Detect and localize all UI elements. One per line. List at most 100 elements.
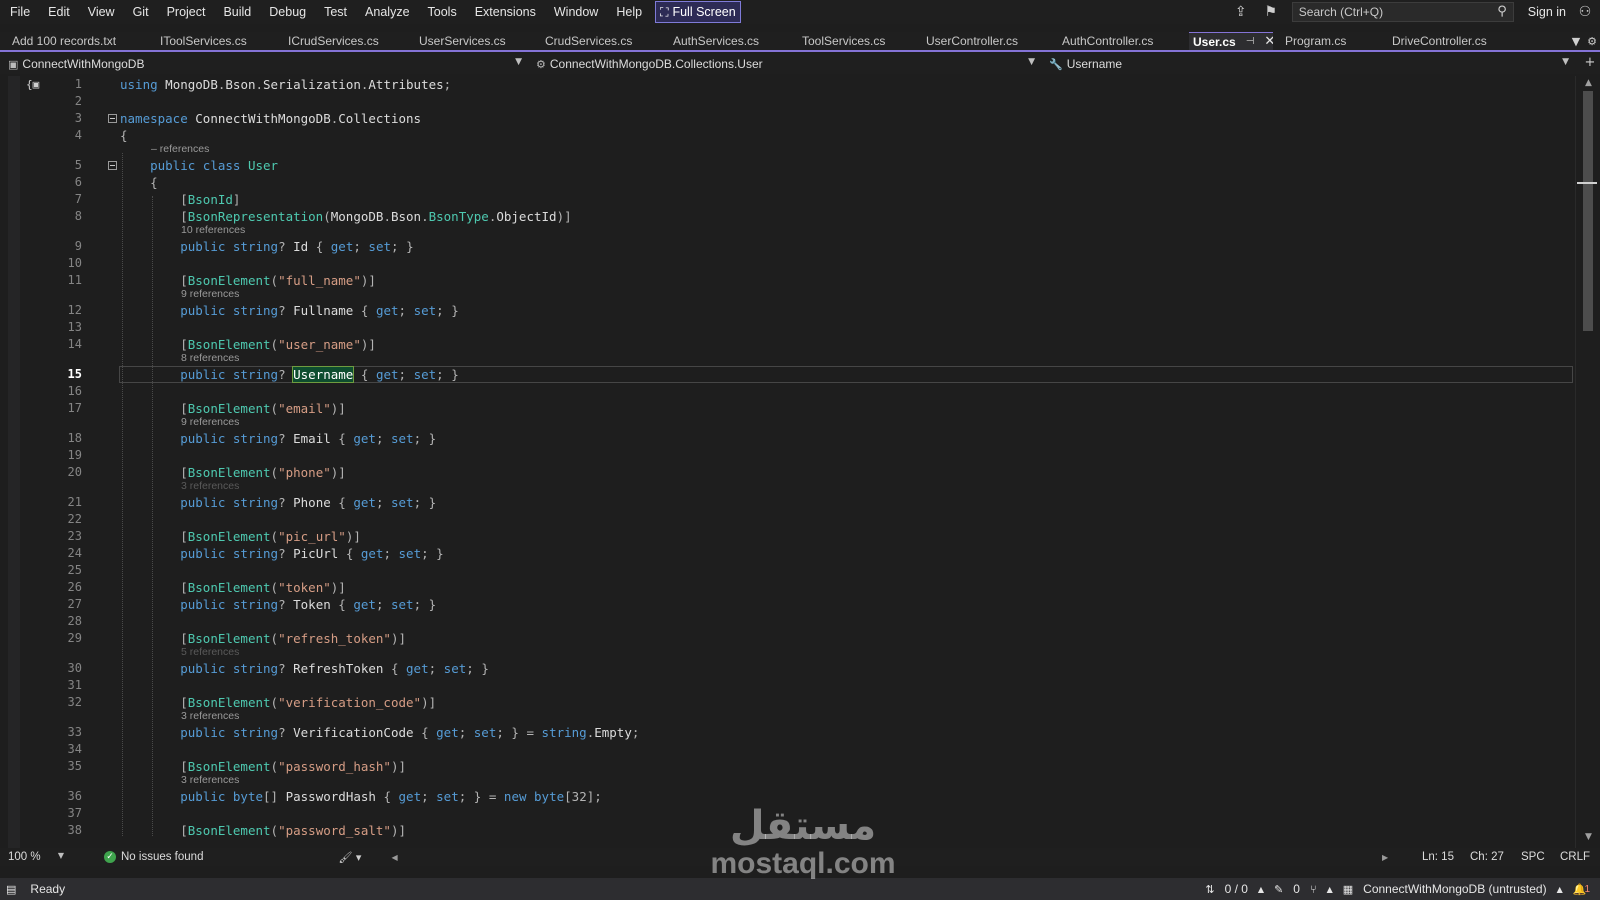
code-lens-references[interactable]: 5 references xyxy=(0,646,1500,659)
scroll-left-icon[interactable]: ◀ xyxy=(391,853,397,862)
repository-name[interactable]: ConnectWithMongoDB (untrusted) xyxy=(1363,882,1546,896)
menu-project[interactable]: Project xyxy=(158,0,215,24)
split-editor-icon[interactable]: + xyxy=(1580,55,1600,70)
scroll-down-icon[interactable]: ▼ xyxy=(1576,832,1600,842)
branch-icon[interactable]: ⑂ xyxy=(1310,883,1317,896)
code-line[interactable]: 1 using MongoDB.Bson.Serialization.Attrib… xyxy=(0,76,1575,93)
full-screen-button[interactable]: ⛶ Full Screen xyxy=(655,1,741,23)
code-line[interactable]: 37 xyxy=(0,805,1575,822)
code-cleanup-brush-icon[interactable]: 🖌 ▾ xyxy=(338,851,361,864)
menu-git[interactable]: Git xyxy=(124,0,158,24)
account-icon[interactable]: ⚇ xyxy=(1570,0,1600,24)
scrollbar-thumb[interactable] xyxy=(1583,91,1593,331)
tab-usercontroller-cs[interactable]: UserController.cs xyxy=(914,32,1050,50)
tab-crudservices-cs[interactable]: CrudServices.cs xyxy=(533,32,661,50)
code-line[interactable]: 22 xyxy=(0,511,1575,528)
scroll-up-icon[interactable]: ▲ xyxy=(1576,78,1600,88)
code-line[interactable]: 17 [BsonElement("email")] xyxy=(0,400,1575,417)
close-icon[interactable]: ✕ xyxy=(1264,33,1273,50)
tab-user-cs[interactable]: User.cs ⊣ ✕ xyxy=(1189,32,1273,50)
code-line[interactable]: 4{ xyxy=(0,127,1575,144)
code-line[interactable]: 33 public string? VerificationCode { get… xyxy=(0,724,1575,741)
tab-add-100-records-txt[interactable]: Add 100 records.txt xyxy=(0,32,148,50)
code-line[interactable]: 13 xyxy=(0,319,1575,336)
code-lens-references[interactable]: 10 references xyxy=(0,224,1500,237)
code-line[interactable]: 15 public string? Username { get; set; } xyxy=(0,366,1575,383)
member-dropdown[interactable]: 🔧 Username ▼ xyxy=(1041,55,1575,73)
menu-window[interactable]: Window xyxy=(545,0,607,24)
tab-userservices-cs[interactable]: UserServices.cs xyxy=(407,32,533,50)
code-line[interactable]: 10 xyxy=(0,255,1575,272)
code-lens-references[interactable]: 9 references xyxy=(0,416,1500,429)
code-line[interactable]: 18 public string? Email { get; set; } xyxy=(0,430,1575,447)
pin-icon[interactable]: ⊣ xyxy=(1246,33,1255,50)
menu-build[interactable]: Build xyxy=(214,0,260,24)
menu-view[interactable]: View xyxy=(79,0,124,24)
code-line[interactable]: 25 xyxy=(0,562,1575,579)
push-pull-count[interactable]: 0 / 0 xyxy=(1225,882,1248,896)
code-line[interactable]: 7 [BsonId] xyxy=(0,191,1575,208)
vertical-scrollbar[interactable]: ▲ ▼ xyxy=(1575,76,1600,848)
code-lens-references[interactable]: 8 references xyxy=(0,352,1500,365)
type-dropdown[interactable]: ⚙ ConnectWithMongoDB.Collections.User ▼ xyxy=(528,55,1041,73)
code-line[interactable]: 6 { xyxy=(0,174,1575,191)
code-lens-references[interactable]: 3 references xyxy=(0,774,1500,787)
code-line[interactable]: 29 [BsonElement("refresh_token")] xyxy=(0,630,1575,647)
project-dropdown[interactable]: ▣ ConnectWithMongoDB ▼ xyxy=(0,55,528,73)
tab-toolservices-cs[interactable]: ToolServices.cs xyxy=(790,32,914,50)
code-line[interactable]: 31 xyxy=(0,677,1575,694)
tab-authcontroller-cs[interactable]: AuthController.cs xyxy=(1050,32,1189,50)
code-line[interactable]: 12 public string? Fullname { get; set; } xyxy=(0,302,1575,319)
menu-extensions[interactable]: Extensions xyxy=(466,0,545,24)
line-ending-indicator[interactable]: CRLF xyxy=(1560,851,1590,863)
code-line[interactable]: 20 [BsonElement("phone")] xyxy=(0,464,1575,481)
code-line[interactable]: 8 [BsonRepresentation(MongoDB.Bson.BsonT… xyxy=(0,208,1575,225)
code-line[interactable]: 11 [BsonElement("full_name")] xyxy=(0,272,1575,289)
tab-icrudservices-cs[interactable]: ICrudServices.cs xyxy=(276,32,407,50)
zoom-dropdown[interactable]: 100 % ▼ xyxy=(8,851,64,863)
code-line[interactable]: 14 [BsonElement("user_name")] xyxy=(0,336,1575,353)
code-line[interactable]: 21 public string? Phone { get; set; } xyxy=(0,494,1575,511)
code-line[interactable]: 36 public byte[] PasswordHash { get; set… xyxy=(0,788,1575,805)
code-line[interactable]: 27 public string? Token { get; set; } xyxy=(0,596,1575,613)
code-line[interactable]: 30 public string? RefreshToken { get; se… xyxy=(0,660,1575,677)
live-share-icon[interactable]: ⇪ xyxy=(1226,0,1256,24)
code-line[interactable]: 32 [BsonElement("verification_code")] xyxy=(0,694,1575,711)
tab-list-dropdown-icon[interactable]: ▼ xyxy=(1568,35,1584,48)
line-number-indicator[interactable]: Ln: 15 xyxy=(1422,851,1454,863)
pending-changes-count[interactable]: 0 xyxy=(1293,882,1300,896)
code-lens-references[interactable]: 3 references xyxy=(0,480,1500,493)
menu-edit[interactable]: Edit xyxy=(39,0,79,24)
search-box[interactable]: ⚲ xyxy=(1291,2,1514,22)
code-line[interactable]: 16 xyxy=(0,383,1575,400)
whitespace-indicator[interactable]: SPC xyxy=(1521,851,1545,863)
menu-help[interactable]: Help xyxy=(607,0,651,24)
menu-analyze[interactable]: Analyze xyxy=(356,0,418,24)
code-line[interactable]: 24 public string? PicUrl { get; set; } xyxy=(0,545,1575,562)
code-line[interactable]: 23 [BsonElement("pic_url")] xyxy=(0,528,1575,545)
code-line[interactable]: 26 [BsonElement("token")] xyxy=(0,579,1575,596)
menu-tools[interactable]: Tools xyxy=(419,0,466,24)
tab-settings-icon[interactable]: ⚙ xyxy=(1584,35,1600,48)
code-line[interactable]: 2 xyxy=(0,93,1575,110)
column-indicator[interactable]: Ch: 27 xyxy=(1470,851,1504,863)
code-line[interactable]: 3 namespace ConnectWithMongoDB.Collection… xyxy=(0,110,1575,127)
issues-status[interactable]: No issues found xyxy=(121,851,203,863)
code-lens-references[interactable]: – references xyxy=(0,143,1500,156)
code-line[interactable]: 34 xyxy=(0,741,1575,758)
feedback-icon[interactable]: ⚑ xyxy=(1256,0,1286,24)
sign-in-link[interactable]: Sign in xyxy=(1528,5,1566,19)
search-input[interactable] xyxy=(1298,5,1479,19)
scroll-right-icon[interactable]: ▶ xyxy=(1382,853,1388,862)
code-lens-references[interactable]: 9 references xyxy=(0,288,1500,301)
tab-authservices-cs[interactable]: AuthServices.cs xyxy=(661,32,790,50)
code-line[interactable]: 38 [BsonElement("password_salt")] xyxy=(0,822,1575,839)
code-line[interactable]: 35 [BsonElement("password_hash")] xyxy=(0,758,1575,775)
code-line[interactable]: 5 public class User xyxy=(0,157,1575,174)
collapse-region-icon[interactable] xyxy=(108,161,117,170)
code-lens-references[interactable]: 3 references xyxy=(0,710,1500,723)
code-editor[interactable]: {▣ 1 using MongoDB.Bson.Serialization.Att… xyxy=(0,76,1600,848)
tab-program-cs[interactable]: Program.cs xyxy=(1273,32,1380,50)
code-line[interactable]: 19 xyxy=(0,447,1575,464)
code-line[interactable]: 28 xyxy=(0,613,1575,630)
